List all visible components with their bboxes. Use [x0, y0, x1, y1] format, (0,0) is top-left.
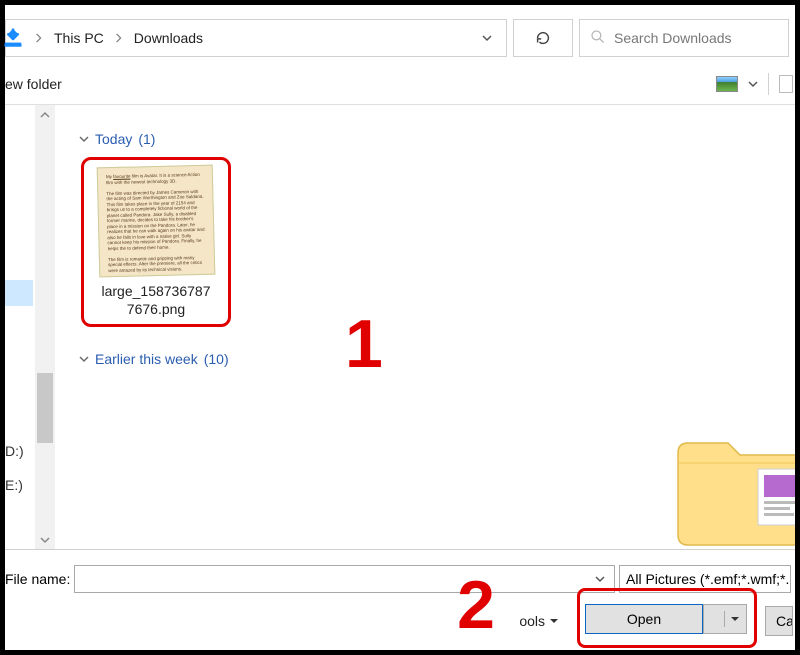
breadcrumb-item-downloads[interactable]: Downloads: [134, 30, 203, 46]
tools-label: ools: [519, 613, 545, 629]
file-name-label: large_158736787 7676.png: [102, 282, 211, 318]
view-mode-icon[interactable]: [716, 76, 738, 92]
open-button-wrap: Open: [577, 596, 757, 646]
refresh-button[interactable]: [513, 19, 573, 57]
file-list-pane[interactable]: Today (1) My favourite film is Avatar. I…: [55, 105, 795, 550]
address-row: This PC Downloads Search Downloads: [5, 19, 789, 57]
breadcrumb-item-thispc[interactable]: This PC: [54, 30, 104, 46]
filename-label: File name:: [5, 571, 70, 587]
scroll-thumb[interactable]: [37, 373, 53, 443]
file-thumbnail: My favourite film is Avatar. It is a sci…: [97, 165, 216, 278]
caret-down-icon: [549, 616, 559, 626]
address-dropdown[interactable]: [474, 32, 500, 44]
caret-down-icon: [730, 614, 740, 624]
group-name: Today: [95, 131, 132, 147]
open-button[interactable]: Open: [585, 604, 703, 634]
group-count: (10): [204, 351, 229, 367]
filename-row: File name: All Pictures (*.emf;*.wmf;*.: [5, 564, 791, 594]
toolbar-divider: [768, 73, 769, 95]
group-name: Earlier this week: [95, 351, 198, 367]
tools-menu[interactable]: ools: [519, 613, 559, 629]
preview-pane-icon[interactable]: [779, 75, 793, 93]
annotation-1: 1: [345, 305, 383, 383]
search-placeholder: Search Downloads: [614, 30, 732, 46]
nav-scrollbar[interactable]: [35, 105, 55, 550]
nav-drive-e[interactable]: E:): [5, 477, 23, 493]
file-type-filter[interactable]: All Pictures (*.emf;*.wmf;*.: [619, 565, 791, 593]
open-split-button[interactable]: [703, 604, 747, 634]
file-tile[interactable]: My favourite film is Avatar. It is a sci…: [81, 157, 231, 327]
dialog-frame: This PC Downloads Search Downloads ew fo…: [0, 0, 800, 655]
view-mode-dropdown[interactable]: [748, 76, 758, 92]
separator: [5, 549, 795, 550]
cancel-button-label: Ca: [776, 613, 793, 629]
nav-selected-item[interactable]: [5, 280, 33, 306]
annotation-2: 2: [457, 566, 495, 644]
folder-icon[interactable]: [648, 423, 795, 550]
chevron-down-icon: [79, 354, 89, 364]
downloads-arrow-icon: [2, 27, 24, 49]
filename-input[interactable]: [74, 565, 615, 593]
chevron-right-icon: [34, 33, 44, 43]
filter-label: All Pictures (*.emf;*.wmf;*.: [626, 571, 789, 587]
group-header-earlier[interactable]: Earlier this week (10): [79, 351, 229, 367]
search-input[interactable]: Search Downloads: [579, 19, 789, 57]
nav-pane: D:) E:): [5, 105, 55, 550]
scroll-up-icon[interactable]: [35, 105, 55, 125]
toolbar: ew folder: [5, 63, 795, 105]
new-folder-button[interactable]: ew folder: [5, 76, 62, 92]
chevron-right-icon: [114, 33, 124, 43]
address-box[interactable]: This PC Downloads: [5, 19, 507, 57]
nav-drive-d[interactable]: D:): [5, 443, 24, 459]
group-header-today[interactable]: Today (1): [79, 131, 155, 147]
group-count: (1): [138, 131, 155, 147]
chevron-down-icon[interactable]: [594, 572, 608, 586]
dialog-buttons: ools Open Ca: [519, 600, 793, 642]
chevron-down-icon: [79, 134, 89, 144]
search-icon: [590, 29, 606, 48]
scroll-down-icon[interactable]: [35, 530, 55, 550]
open-button-label: Open: [627, 611, 661, 627]
cancel-button[interactable]: Ca: [765, 606, 793, 636]
